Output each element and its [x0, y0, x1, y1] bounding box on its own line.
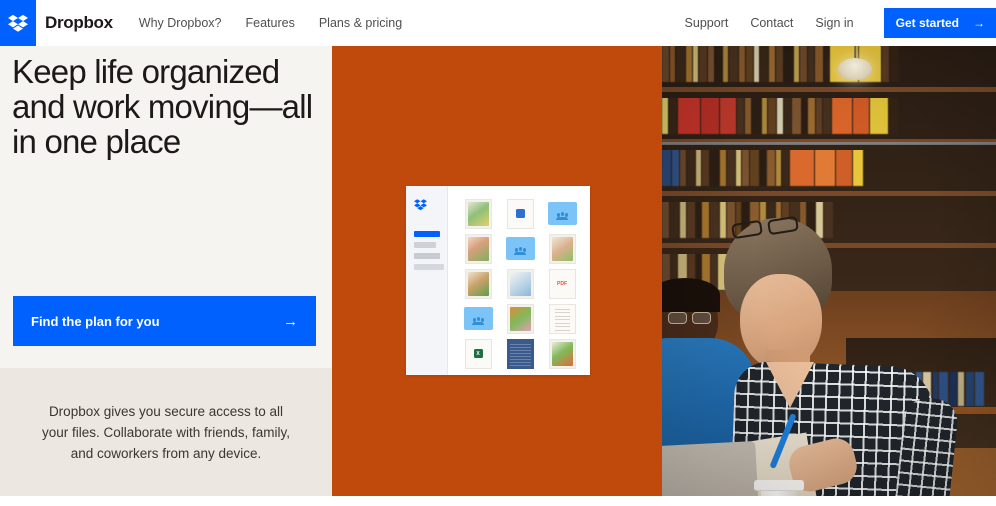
primary-nav-links: Why Dropbox? Features Plans & pricing: [139, 16, 402, 30]
center-orange-panel: PDF X: [332, 46, 662, 496]
nav-link-contact[interactable]: Contact: [750, 16, 793, 30]
app-file-thumbnail: [506, 198, 534, 229]
find-the-plan-button[interactable]: Find the plan for you →: [13, 296, 316, 346]
image-thumbnail: [548, 233, 576, 264]
spreadsheet-file-icon: X: [464, 338, 492, 369]
get-started-label: Get started: [895, 16, 959, 30]
nav-link-sign-in[interactable]: Sign in: [815, 16, 853, 30]
image-thumbnail: [464, 268, 492, 299]
pdf-label: PDF: [557, 280, 567, 287]
landing-page: Dropbox Why Dropbox? Features Plans & pr…: [0, 0, 996, 506]
get-started-button[interactable]: Get started →: [883, 8, 996, 38]
nav-link-plans-pricing[interactable]: Plans & pricing: [319, 16, 402, 30]
arrow-right-icon: →: [973, 16, 985, 30]
secondary-nav-links: Support Contact Sign in Get started →: [685, 8, 996, 38]
pdf-file-icon: PDF: [548, 268, 576, 299]
brand-name: Dropbox: [45, 13, 113, 32]
hero-left-panel: Keep life organized and work moving—all …: [0, 46, 332, 368]
mockup-nav-item-active: [414, 231, 440, 237]
top-navigation-bar: Dropbox Why Dropbox? Features Plans & pr…: [0, 0, 996, 46]
mockup-nav-item-placeholder: [414, 264, 444, 270]
nav-link-why-dropbox[interactable]: Why Dropbox?: [139, 16, 222, 30]
nav-link-support[interactable]: Support: [685, 16, 729, 30]
shared-folder-icon: [547, 202, 577, 225]
library-scene: [662, 46, 996, 506]
image-thumbnail: [506, 303, 534, 334]
mockup-file-grid: PDF X: [448, 186, 590, 375]
hero-description: Dropbox gives you secure access to all y…: [41, 403, 291, 461]
hero-blurb-panel: Dropbox gives you secure access to all y…: [0, 368, 332, 496]
dropbox-app-mockup: PDF X: [406, 186, 590, 375]
dark-document-thumbnail: [506, 338, 534, 369]
image-thumbnail: [464, 233, 492, 264]
mockup-nav-item-placeholder: [414, 253, 440, 259]
find-the-plan-label: Find the plan for you: [31, 313, 160, 329]
shared-folder-icon: [505, 237, 535, 260]
nav-link-features[interactable]: Features: [245, 16, 294, 30]
page-bottom-strip: [0, 496, 996, 506]
image-thumbnail: [548, 338, 576, 369]
text-document-icon: [548, 303, 576, 334]
spreadsheet-label: X: [473, 349, 483, 358]
image-thumbnail: [506, 268, 534, 299]
photo-vignette: [662, 46, 996, 506]
hero-photo: [662, 46, 996, 506]
image-thumbnail: [464, 198, 492, 229]
dropbox-logo-icon: [414, 199, 427, 211]
mockup-nav-item-placeholder: [414, 242, 436, 248]
mockup-sidebar: [406, 186, 448, 375]
shared-folder-icon: [463, 307, 493, 330]
arrow-right-icon: →: [283, 312, 298, 330]
page-title: Keep life organized and work moving—all …: [12, 53, 313, 160]
dropbox-logo-icon[interactable]: [0, 0, 36, 46]
